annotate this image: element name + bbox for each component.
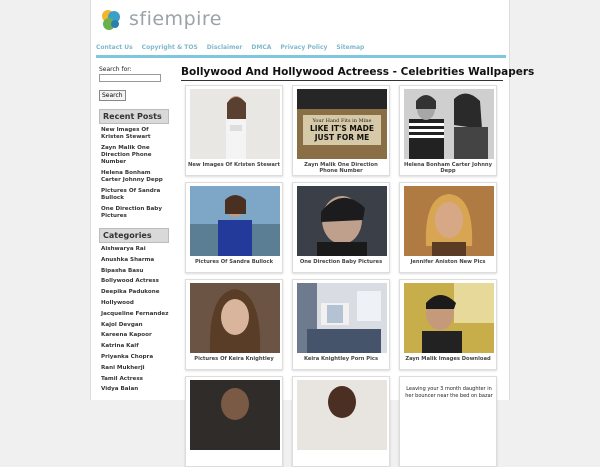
title-divider	[181, 80, 503, 81]
nav-privacy-policy[interactable]: Privacy Policy	[280, 44, 327, 51]
recent-post-item[interactable]: Helena Bonham Carter Johnny Depp	[99, 170, 169, 184]
wallpaper-caption[interactable]: Zayn Malik One Direction Phone Number	[295, 162, 387, 175]
wallpaper-caption[interactable]: Zayn Malik Images Download	[402, 356, 494, 362]
categories-list: Aishwarya Rai Anushka Sharma Bipasha Bas…	[99, 246, 169, 393]
site-name[interactable]: sfiempire	[129, 8, 222, 30]
recent-post-item[interactable]: Pictures Of Sandra Bullock	[99, 188, 169, 202]
category-item[interactable]: Anushka Sharma	[99, 257, 169, 264]
category-item[interactable]: Hollywood	[99, 300, 169, 307]
category-item[interactable]: Vidya Balan	[99, 386, 169, 393]
sidebar: Search for: Search Recent Posts New Imag…	[99, 66, 169, 397]
category-item[interactable]: Deepika Padukone	[99, 289, 169, 296]
top-nav: Contact Us Copyright & TOS Disclaimer DM…	[96, 44, 364, 51]
recent-post-item[interactable]: Zayn Malik One Direction Phone Number	[99, 145, 169, 166]
wallpaper-tile[interactable]: Zayn Malik Images Download	[399, 279, 497, 370]
search-button[interactable]: Search	[99, 90, 126, 101]
wallpaper-tile[interactable]: Your Hand Fits in Mine LIKE IT'S MADE JU…	[292, 85, 390, 176]
main-content: Bollywood And Hollywood Actreess - Celeb…	[181, 66, 535, 467]
wallpaper-caption[interactable]: One Direction Baby Pictures	[295, 259, 387, 265]
wallpaper-caption[interactable]: New Images Of Kristen Stewart	[188, 162, 280, 168]
wallpaper-thumbnail[interactable]: Your Hand Fits in Mine LIKE IT'S MADE JU…	[297, 89, 387, 159]
nav-sitemap[interactable]: Sitemap	[336, 44, 364, 51]
wallpaper-tile[interactable]: Jennifer Aniston New Pics	[399, 182, 497, 273]
recent-post-item[interactable]: One Direction Baby Pictures	[99, 206, 169, 220]
wallpaper-thumbnail[interactable]	[190, 186, 280, 256]
category-item[interactable]: Bollywood Actress	[99, 278, 169, 285]
category-item[interactable]: Katrina Kaif	[99, 343, 169, 350]
wallpaper-tile[interactable]: Pictures Of Sandra Bullock	[185, 182, 283, 273]
category-item[interactable]: Bipasha Basu	[99, 268, 169, 275]
nav-dmca[interactable]: DMCA	[251, 44, 271, 51]
recent-post-item[interactable]: New Images Of Kristen Stewart	[99, 127, 169, 141]
nav-disclaimer[interactable]: Disclaimer	[207, 44, 243, 51]
nav-copyright-tos[interactable]: Copyright & TOS	[142, 44, 198, 51]
wallpaper-thumbnail[interactable]	[297, 380, 387, 450]
svg-text:her bouncer near the bed on ba: her bouncer near the bed on bazar	[405, 393, 493, 399]
wallpaper-tile[interactable]: One Direction Baby Pictures	[292, 182, 390, 273]
wallpaper-caption[interactable]: Helena Bonham Carter Johnny Depp	[402, 162, 494, 175]
recent-posts-title: Recent Posts	[99, 109, 169, 124]
wallpaper-caption[interactable]: Pictures Of Sandra Bullock	[188, 259, 280, 265]
category-item[interactable]: Rani Mukherji	[99, 365, 169, 372]
wallpaper-tile[interactable]	[292, 376, 390, 467]
category-item[interactable]: Aishwarya Rai	[99, 246, 169, 253]
page-container: sfiempire Contact Us Copyright & TOS Dis…	[90, 0, 535, 467]
wallpaper-thumbnail[interactable]	[190, 89, 280, 159]
wallpaper-tile[interactable]: Pictures Of Keira Knightley	[185, 279, 283, 370]
wallpaper-thumbnail[interactable]	[190, 380, 280, 450]
wallpaper-thumbnail[interactable]	[404, 186, 494, 256]
search-input[interactable]	[99, 74, 161, 82]
wallpaper-caption[interactable]: Jennifer Aniston New Pics	[402, 259, 494, 265]
wallpaper-caption[interactable]: Keira Knightley Porn Pics	[295, 356, 387, 362]
wallpaper-thumbnail[interactable]	[404, 89, 494, 159]
wallpaper-thumbnail[interactable]	[190, 283, 280, 353]
recent-posts-list: New Images Of Kristen Stewart Zayn Malik…	[99, 127, 169, 220]
wallpaper-tile[interactable]: Leaving your 3 month daughter in her bou…	[399, 376, 497, 467]
category-item[interactable]: Priyanka Chopra	[99, 354, 169, 361]
nav-divider	[96, 55, 506, 58]
svg-text:LIKE IT'S MADE: LIKE IT'S MADE	[310, 124, 374, 133]
wallpaper-caption[interactable]: Pictures Of Keira Knightley	[188, 356, 280, 362]
wallpaper-thumbnail[interactable]: Leaving your 3 month daughter in her bou…	[404, 380, 494, 450]
page-title: Bollywood And Hollywood Actreess - Celeb…	[181, 66, 535, 78]
site-header: sfiempire	[91, 0, 509, 42]
wallpaper-tile[interactable]: New Images Of Kristen Stewart	[185, 85, 283, 176]
wallpaper-thumbnail[interactable]	[297, 283, 387, 353]
svg-text:JUST FOR ME: JUST FOR ME	[314, 133, 369, 142]
wallpaper-thumbnail[interactable]	[404, 283, 494, 353]
category-item[interactable]: Jacqueline Fernandez	[99, 311, 169, 318]
site-logo-icon[interactable]	[99, 8, 123, 32]
categories-title: Categories	[99, 228, 169, 243]
svg-text:Leaving your 3 month daughter: Leaving your 3 month daughter in	[406, 386, 492, 392]
wallpaper-tile[interactable]: Helena Bonham Carter Johnny Depp	[399, 85, 497, 176]
search-label: Search for:	[99, 66, 132, 73]
wallpaper-tile[interactable]: Keira Knightley Porn Pics	[292, 279, 390, 370]
wallpaper-tile[interactable]	[185, 376, 283, 467]
nav-contact-us[interactable]: Contact Us	[96, 44, 133, 51]
wallpaper-thumbnail[interactable]	[297, 186, 387, 256]
category-item[interactable]: Kajol Devgan	[99, 322, 169, 329]
category-item[interactable]: Kareena Kapoor	[99, 332, 169, 339]
category-item[interactable]: Tamil Actress	[99, 376, 169, 383]
